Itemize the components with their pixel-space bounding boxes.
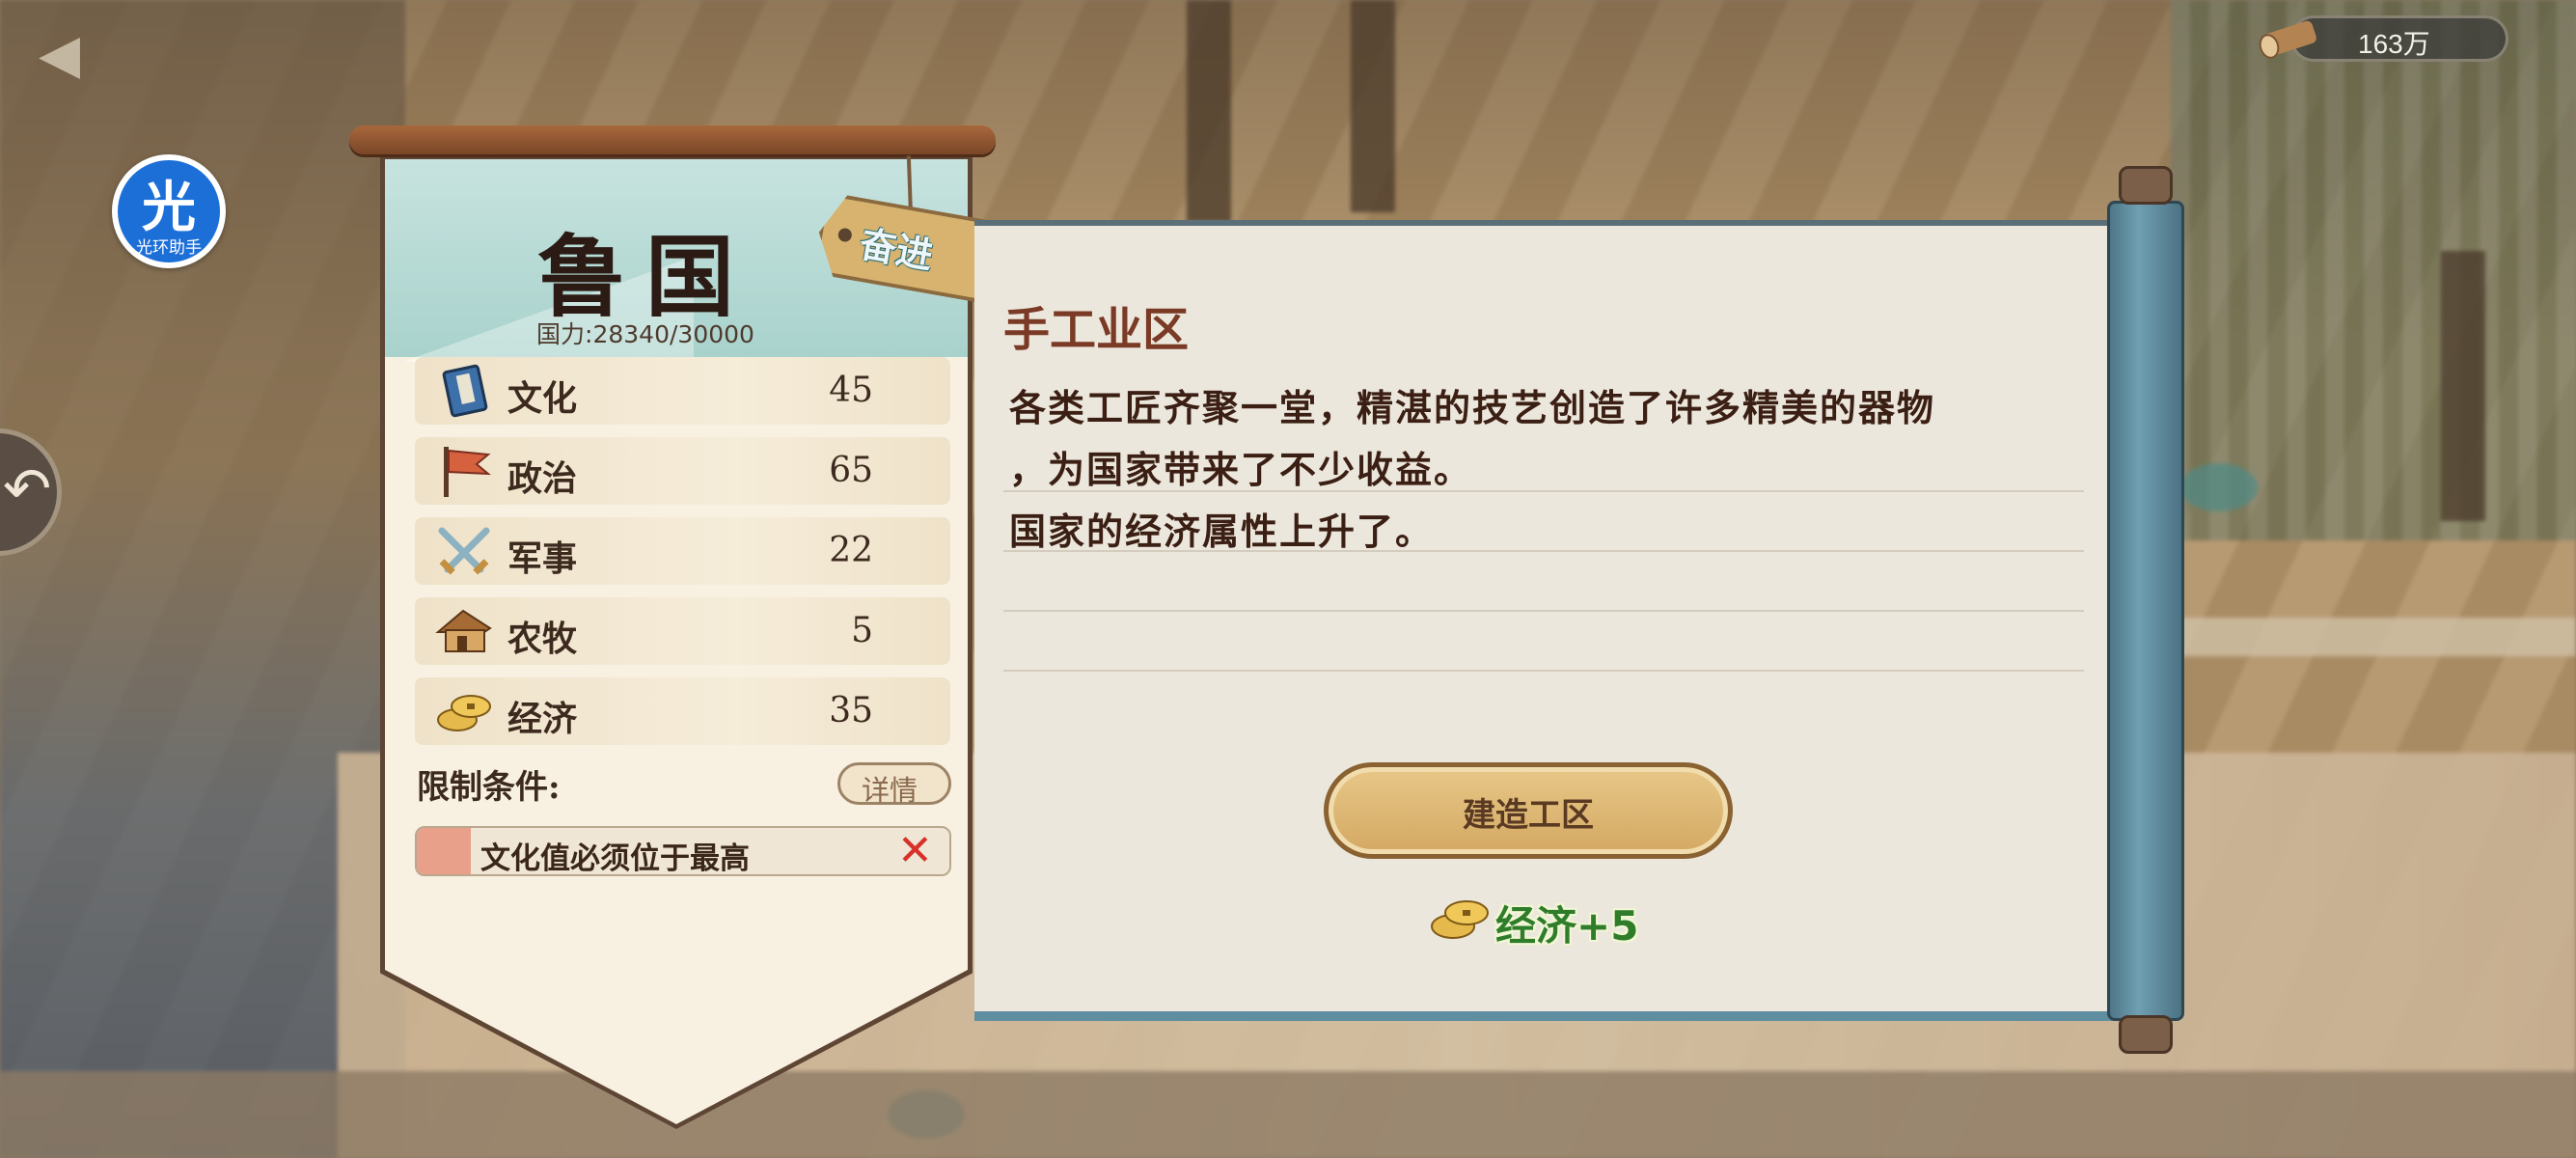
stat-value: 45 (829, 371, 873, 410)
ruled-line (1003, 610, 2084, 612)
helper-badge-char: 光 (142, 177, 196, 239)
detail-button[interactable]: 详情 (837, 762, 951, 807)
build-button-label: 建造工区 (1463, 796, 1594, 835)
stat-label: 经济 (507, 699, 578, 739)
helper-badge[interactable]: 光 光环助手 (112, 154, 226, 268)
condition-text: 文化值必须位于最高 (480, 841, 750, 876)
district-desc-line: ，为国家带来了不少收益。 (1009, 448, 1473, 491)
condition-icon (417, 828, 471, 874)
roller-cap (2119, 1015, 2173, 1054)
stat-row-agriculture: 农牧 5 (415, 597, 950, 665)
stat-row-politics: 政治 65 (415, 437, 950, 505)
stat-row-economy: 经济 35 (415, 677, 950, 745)
crossed-swords-icon (438, 527, 490, 575)
hut-icon (435, 609, 492, 652)
stat-label: 农牧 (507, 619, 578, 659)
scroll-roller (2107, 166, 2184, 1054)
stat-value: 35 (829, 691, 873, 731)
district-desc-line: 国家的经济属性上升了。 (1009, 510, 1435, 553)
background-pillar (1351, 0, 1395, 212)
stat-value: 22 (829, 531, 873, 570)
background-window (2171, 0, 2576, 540)
roller-body (2107, 201, 2184, 1021)
district-title: 手工业区 (1003, 303, 1190, 357)
stat-value: 65 (829, 451, 873, 490)
book-icon (442, 364, 488, 418)
log-icon (2259, 20, 2316, 59)
state-panel: 鲁国 国力:28340/30000 奋进 文化 45 政治 65 军事 22 农… (349, 125, 982, 1148)
scroll-rod (349, 125, 996, 154)
reward-text: 经济+5 (1495, 902, 1639, 950)
background-pillar (1187, 0, 1231, 222)
ruled-line (1003, 670, 2084, 672)
state-power: 国力:28340/30000 (536, 320, 754, 348)
limit-condition: 文化值必须位于最高 ✕ (415, 826, 951, 876)
flag-icon (444, 447, 491, 497)
helper-badge-label: 光环助手 (136, 238, 202, 258)
detail-button-label: 详情 (862, 774, 918, 807)
coins-icon (1431, 900, 1489, 939)
district-desc-line: 各类工匠齐聚一堂，精湛的技艺创造了许多精美的器物 (1009, 386, 1936, 429)
resource-value: 163万 (2358, 29, 2430, 59)
return-arrow-icon: ↶ (3, 455, 52, 523)
stat-label: 军事 (507, 538, 578, 579)
background-pillar (2441, 251, 2485, 521)
stat-label: 文化 (507, 378, 578, 419)
stat-value: 5 (851, 611, 873, 650)
stat-row-military: 军事 22 (415, 517, 950, 585)
stat-label: 政治 (507, 458, 578, 499)
roller-cap (2119, 166, 2173, 205)
resource-counter: 163万 (2258, 15, 2508, 64)
unmet-cross-icon: ✕ (897, 826, 933, 875)
limit-label: 限制条件: (417, 768, 561, 807)
coins-icon (437, 695, 491, 731)
build-district-button[interactable]: 建造工区 (1324, 762, 1733, 859)
background-stool (2180, 463, 2258, 511)
back-arrow-icon[interactable]: ◀ (39, 23, 116, 86)
stat-row-culture: 文化 45 (415, 357, 950, 425)
